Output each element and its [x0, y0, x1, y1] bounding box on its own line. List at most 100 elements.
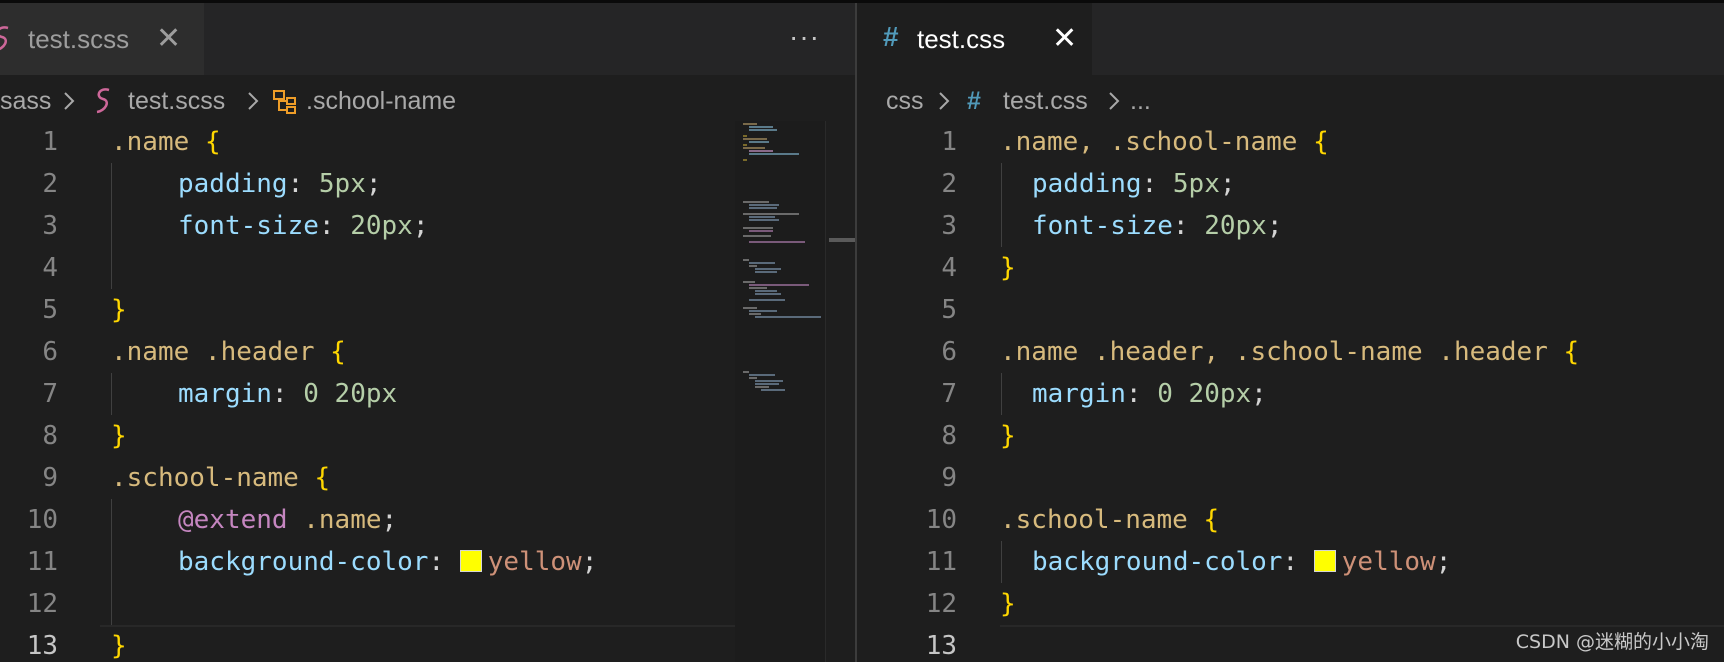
brace: } — [111, 295, 127, 325]
minimap-line — [749, 299, 785, 301]
code-line: 4 — [0, 247, 855, 289]
code-line: 6 .name .header { — [0, 331, 855, 373]
line-number: 6 — [42, 337, 58, 367]
breadcrumb-item-css[interactable]: css — [886, 81, 924, 121]
colon: : — [1125, 379, 1158, 409]
line-number: 9 — [42, 463, 58, 493]
property: font-size — [1032, 211, 1173, 241]
selector: .name — [111, 127, 190, 157]
breadcrumb: css # test.css ... — [857, 75, 1724, 123]
selector: .name, .school-name — [1000, 127, 1298, 157]
code-line: 3 font-size: 20px; — [857, 205, 1724, 247]
code-line: 6 .name .header, .school-name .header { — [857, 331, 1724, 373]
line-number: 10 — [26, 505, 58, 535]
brace: } — [1000, 421, 1016, 451]
vertical-scrollbar[interactable] — [825, 121, 855, 662]
brace: } — [1000, 589, 1016, 619]
color-swatch[interactable] — [1313, 550, 1336, 572]
selector: .school-name — [111, 463, 299, 493]
colon: : — [428, 547, 460, 577]
line-number: 6 — [941, 337, 957, 367]
code-line: 1 .name { — [0, 121, 855, 163]
minimap-line — [749, 150, 773, 152]
breadcrumb-item-symbol[interactable]: .school-name — [306, 81, 456, 121]
minimap-line — [743, 307, 757, 309]
minimap-line — [749, 126, 773, 128]
breadcrumb-item-file[interactable]: test.css — [1003, 81, 1088, 121]
minimap-line — [749, 204, 779, 206]
code-line: 1 .name, .school-name { — [857, 121, 1724, 163]
minimap-line — [749, 287, 767, 289]
tab-test-scss[interactable]: test.scss ✕ — [0, 3, 204, 75]
at-rule-keyword: @extend — [178, 505, 288, 535]
breadcrumb-item-more[interactable]: ... — [1130, 81, 1151, 121]
right-tab-bar: # test.css ✕ — [857, 3, 1724, 75]
value: 0 20px — [303, 379, 398, 409]
line-number: 4 — [42, 253, 58, 283]
value: 5px — [318, 169, 366, 199]
minimap-line — [749, 262, 775, 264]
line-number: 5 — [42, 295, 58, 325]
semicolon: ; — [1219, 169, 1236, 199]
minimap[interactable] — [735, 121, 825, 662]
line-number: 9 — [941, 463, 957, 493]
line-number: 11 — [26, 547, 58, 577]
close-icon[interactable]: ✕ — [1052, 24, 1077, 54]
colon: : — [271, 379, 304, 409]
minimap-line — [755, 268, 781, 270]
line-number: 12 — [26, 589, 58, 619]
property: padding — [178, 169, 288, 199]
tab-test-css[interactable]: # test.css ✕ — [857, 3, 1092, 75]
breadcrumb: sass test.scss .school-name — [0, 75, 855, 123]
brace: { — [204, 127, 221, 157]
code-editor-left[interactable]: 1 .name { 2 padding: 5px; 3 font-size: 2… — [0, 121, 855, 662]
tab-label: test.scss — [28, 24, 130, 54]
css-hash-icon: # — [967, 87, 981, 115]
left-tab-bar: test.scss ✕ ··· — [0, 3, 855, 75]
minimap-line — [743, 201, 769, 203]
minimap-line — [743, 259, 749, 261]
line-number: 11 — [925, 547, 957, 577]
scrollbar-thumb[interactable] — [829, 238, 855, 242]
line-number: 13 — [925, 631, 957, 661]
line-number: 3 — [941, 211, 957, 241]
line-number: 5 — [941, 295, 957, 325]
value: 5px — [1172, 169, 1220, 199]
code-line: 2 padding: 5px; — [0, 163, 855, 205]
breadcrumb-item-file[interactable]: test.scss — [128, 81, 225, 121]
semicolon: ; — [581, 547, 598, 577]
brace: } — [1000, 253, 1016, 283]
property: background-color — [178, 547, 429, 577]
semicolon: ; — [412, 211, 429, 241]
minimap-line — [755, 316, 821, 318]
line-number: 10 — [925, 505, 957, 535]
code-line: 7 margin: 0 20px — [0, 373, 855, 415]
minimap-line — [749, 129, 777, 131]
minimap-line — [749, 284, 809, 286]
code-line: 12 — [0, 583, 855, 625]
line-number: 13 — [26, 631, 58, 661]
minimap-line — [749, 230, 773, 232]
line-number: 1 — [42, 127, 58, 157]
breadcrumb-item-sass[interactable]: sass — [0, 81, 51, 121]
more-actions-icon[interactable]: ··· — [789, 21, 820, 53]
color-swatch[interactable] — [459, 550, 482, 572]
property: background-color — [1032, 547, 1283, 577]
code-line: 12 } — [857, 583, 1724, 625]
code-line: 10 @extend .name; — [0, 499, 855, 541]
minimap-line — [749, 207, 777, 209]
left-editor-group: test.scss ✕ ··· sass test.scss .school-n… — [0, 3, 855, 662]
brace: { — [1313, 127, 1329, 157]
brace: { — [1203, 505, 1220, 535]
selector: .name — [303, 505, 382, 535]
minimap-line — [743, 235, 771, 237]
code-editor-right[interactable]: 1 .name, .school-name { 2 padding: 5px; … — [857, 121, 1724, 662]
code-line: 8 } — [0, 415, 855, 457]
colon: : — [287, 169, 319, 199]
minimap-line — [749, 241, 805, 243]
line-number: 1 — [941, 127, 957, 157]
line-number: 7 — [42, 379, 58, 409]
minimap-line — [743, 144, 747, 146]
code-line: 9 .school-name { — [0, 457, 855, 499]
close-icon[interactable]: ✕ — [156, 24, 181, 54]
